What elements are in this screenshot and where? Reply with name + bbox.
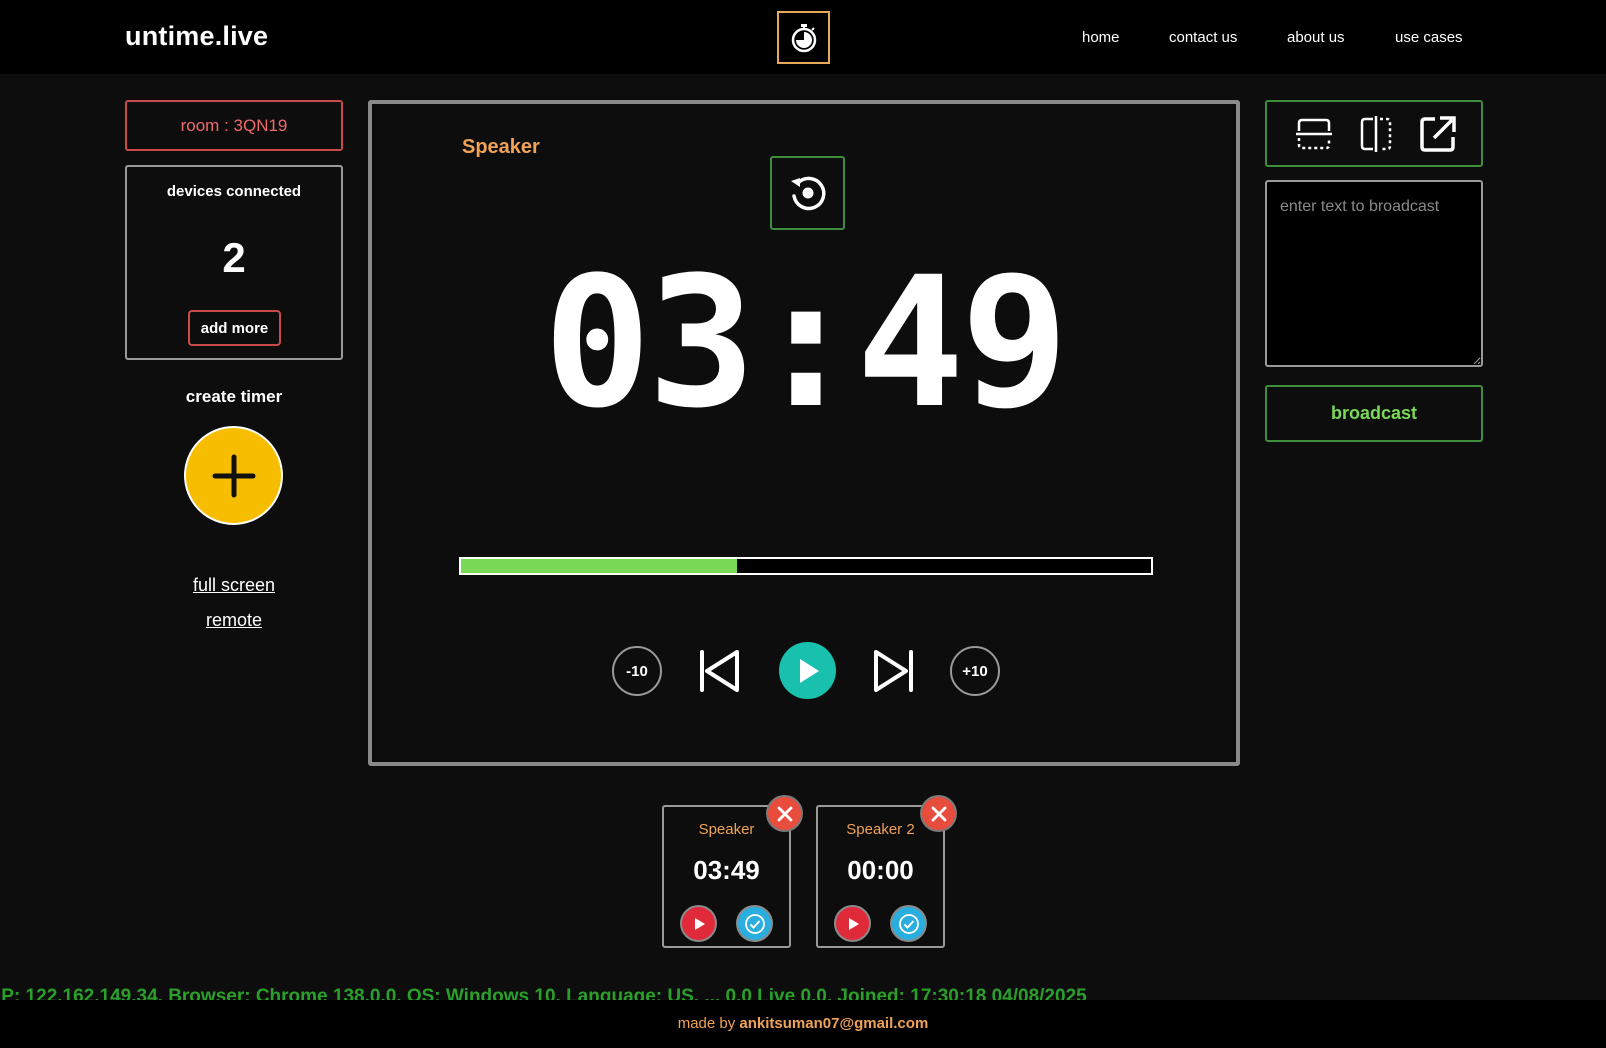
session-info-text: IP: 122.162.149.34, Browser: Chrome 138.… (0, 986, 1087, 1000)
speaker-label: Speaker (462, 136, 540, 158)
devices-count: 2 (222, 234, 246, 281)
play-button[interactable] (779, 642, 836, 699)
start-timer-button[interactable] (680, 905, 717, 942)
broadcast-button[interactable]: broadcast (1265, 385, 1483, 442)
devices-title: devices connected (166, 183, 302, 200)
session-info-ticker: IP: 122.162.149.34, Browser: Chrome 138.… (0, 986, 1606, 1000)
start-timer-button[interactable] (834, 905, 871, 942)
nav-about-link[interactable]: about us (1287, 29, 1345, 46)
timer-progress-bar (459, 557, 1153, 575)
plus-icon (212, 454, 255, 497)
skip-back-icon (700, 650, 739, 692)
skip-forward-icon (874, 650, 913, 692)
close-icon (777, 806, 792, 821)
top-nav-bar: untime.live home contact us about us use… (0, 0, 1606, 74)
stopwatch-icon[interactable] (777, 11, 830, 64)
full-screen-link[interactable]: full screen (125, 575, 343, 596)
close-icon (931, 806, 946, 821)
timer-display-panel: Speaker 03:49 -10 +10 (368, 100, 1240, 766)
reset-icon (790, 176, 826, 211)
nav-contact-link[interactable]: contact us (1169, 29, 1237, 46)
brand-logo-text[interactable]: untime.live (125, 21, 268, 52)
play-icon (848, 917, 859, 930)
delete-timer-button[interactable] (766, 795, 803, 832)
timer-card[interactable]: Speaker 2 00:00 (816, 795, 957, 948)
select-timer-button[interactable] (736, 905, 773, 942)
check-icon (744, 913, 765, 934)
flip-vertical-button[interactable] (1356, 115, 1396, 153)
remote-link[interactable]: remote (125, 610, 343, 631)
add-more-button[interactable]: add more (188, 310, 281, 346)
play-icon (799, 658, 819, 683)
timer-card-time: 00:00 (847, 855, 914, 885)
select-timer-button[interactable] (890, 905, 927, 942)
reset-timer-button[interactable] (770, 156, 845, 230)
open-external-button[interactable] (1418, 115, 1458, 153)
plus-10-button[interactable]: +10 (950, 646, 1000, 696)
nav-home-link[interactable]: home (1082, 29, 1120, 46)
create-timer-label: create timer (185, 387, 283, 406)
timer-card-time: 03:49 (693, 855, 760, 885)
footer-email-link[interactable]: ankitsuman07@gmail.com (739, 1015, 928, 1032)
play-icon (694, 917, 705, 930)
main-timer-display: 03:49 (543, 239, 1069, 448)
timer-progress-fill (461, 559, 737, 573)
previous-timer-button[interactable] (694, 646, 744, 696)
devices-panel: devices connected 2 add more (125, 165, 343, 360)
flip-horizontal-button[interactable] (1294, 115, 1334, 153)
display-tools-panel (1265, 100, 1483, 167)
external-link-icon (1420, 116, 1456, 152)
timer-card[interactable]: Speaker 03:49 (662, 795, 803, 948)
broadcast-text-input[interactable] (1265, 180, 1483, 367)
flip-vertical-icon (1360, 116, 1392, 152)
footer: made by ankitsuman07@gmail.com (0, 1000, 1606, 1048)
check-icon (898, 913, 919, 934)
footer-prefix: made by (677, 1015, 736, 1032)
create-timer-button[interactable] (184, 426, 283, 525)
room-code-badge[interactable]: room : 3QN19 (125, 100, 343, 151)
next-timer-button[interactable] (869, 646, 919, 696)
flip-horizontal-icon (1296, 118, 1332, 150)
minus-10-button[interactable]: -10 (612, 646, 662, 696)
nav-use-cases-link[interactable]: use cases (1395, 29, 1463, 46)
delete-timer-button[interactable] (920, 795, 957, 832)
